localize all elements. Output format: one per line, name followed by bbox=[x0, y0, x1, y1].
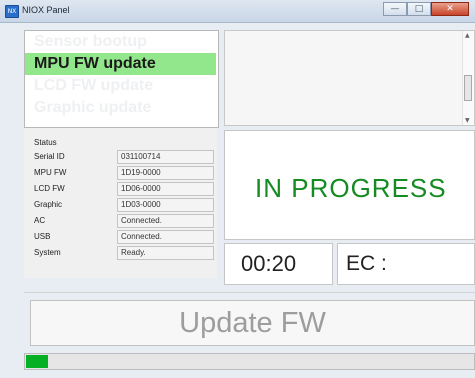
log-panel: ▲ ▼ bbox=[224, 30, 475, 126]
status-row-serial-id: Serial ID 031100714 bbox=[34, 150, 214, 165]
status-label: AC bbox=[34, 216, 46, 225]
status-row-system: System Ready. bbox=[34, 246, 214, 261]
status-label: MPU FW bbox=[34, 168, 67, 177]
status-label: Serial ID bbox=[34, 152, 65, 161]
mode-list[interactable]: Sensor bootup MPU FW update LCD FW updat… bbox=[24, 30, 219, 128]
app-icon: NX bbox=[5, 5, 19, 18]
scroll-thumb[interactable] bbox=[464, 75, 472, 101]
status-row-usb: USB Connected. bbox=[34, 230, 214, 245]
status-value: 031100714 bbox=[117, 150, 214, 164]
status-row-graphic: Graphic 1D03-0000 bbox=[34, 198, 214, 213]
status-label: System bbox=[34, 248, 61, 257]
title-bar: NX NIOX Panel — □ ✕ bbox=[0, 0, 475, 23]
status-value: Connected. bbox=[117, 230, 214, 244]
scroll-up-icon[interactable]: ▲ bbox=[465, 32, 470, 39]
status-row-lcd-fw: LCD FW 1D06-0000 bbox=[34, 182, 214, 197]
status-value: 1D19-0000 bbox=[117, 166, 214, 180]
status-panel: Status Serial ID 031100714 MPU FW 1D19-0… bbox=[24, 128, 217, 278]
maximize-button[interactable]: □ bbox=[407, 2, 431, 16]
timer-text: 00:20 bbox=[241, 251, 297, 276]
mode-item-mpu-fw-update[interactable]: MPU FW update bbox=[25, 53, 216, 75]
process-state-box: IN PROGRESS bbox=[224, 130, 475, 240]
mode-item-graphic-update[interactable]: Graphic update bbox=[25, 97, 216, 119]
status-label: Graphic bbox=[34, 200, 63, 209]
status-row-mpu-fw: MPU FW 1D19-0000 bbox=[34, 166, 214, 181]
niox-panel-window: NX NIOX Panel — □ ✕ Sensor bootup MPU FW… bbox=[0, 0, 475, 378]
divider bbox=[24, 292, 475, 293]
minimize-button[interactable]: — bbox=[383, 2, 407, 16]
scroll-down-icon[interactable]: ▼ bbox=[465, 117, 470, 124]
status-label: LCD FW bbox=[34, 184, 65, 193]
status-value: Connected. bbox=[117, 214, 214, 228]
status-label: USB bbox=[34, 232, 51, 241]
timer-box: 00:20 bbox=[224, 243, 333, 285]
status-value: 1D03-0000 bbox=[117, 198, 214, 212]
window-title: NIOX Panel bbox=[22, 5, 70, 15]
status-value: Ready. bbox=[117, 246, 214, 260]
status-value: 1D06-0000 bbox=[117, 182, 214, 196]
window-controls: — □ ✕ bbox=[383, 2, 469, 17]
error-code-text: EC : bbox=[346, 252, 387, 275]
log-scrollbar[interactable]: ▲ ▼ bbox=[462, 31, 474, 125]
update-progress-bar bbox=[24, 353, 475, 370]
close-button[interactable]: ✕ bbox=[431, 2, 469, 16]
status-row-ac: AC Connected. bbox=[34, 214, 214, 229]
progress-fill bbox=[26, 355, 48, 368]
status-title: Status bbox=[34, 138, 57, 147]
update-fw-button[interactable]: Update FW bbox=[30, 300, 475, 346]
mode-item-sensor-bootup[interactable]: Sensor bootup bbox=[25, 31, 216, 53]
error-code-box: EC : bbox=[337, 243, 475, 285]
process-state-text: IN PROGRESS bbox=[255, 173, 447, 203]
mode-item-lcd-fw-update[interactable]: LCD FW update bbox=[25, 75, 216, 97]
